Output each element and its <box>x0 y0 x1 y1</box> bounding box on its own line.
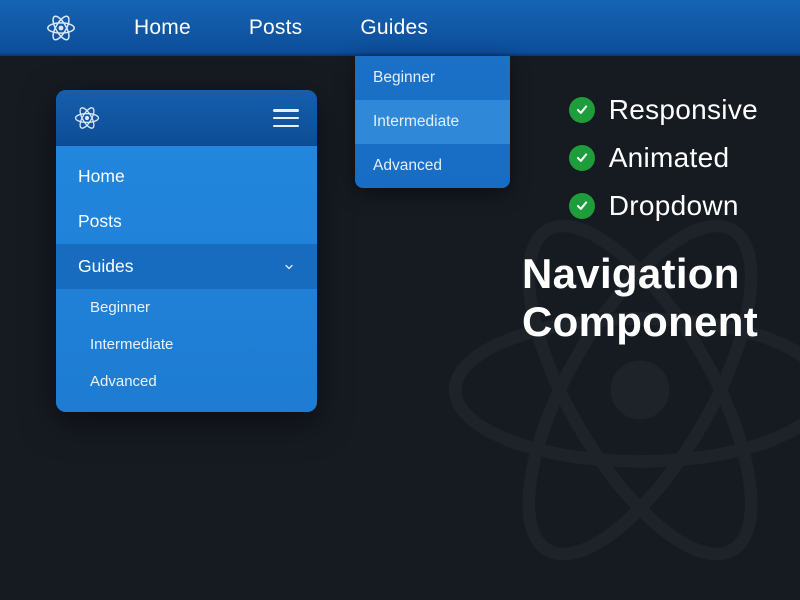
mobile-nav-item-home[interactable]: Home <box>56 154 317 199</box>
chevron-down-icon <box>283 261 295 273</box>
mobile-nav-header <box>56 90 317 146</box>
react-logo-icon <box>74 105 100 131</box>
mobile-subnav-item-advanced[interactable]: Advanced <box>56 363 317 400</box>
feature-item-responsive: Responsive <box>569 94 758 126</box>
hamburger-menu-icon[interactable] <box>273 109 299 127</box>
mobile-nav-panel: Home Posts Guides Beginner Intermediate … <box>56 90 317 412</box>
top-navbar: Home Posts Guides <box>0 0 800 56</box>
mobile-subnav-item-beginner[interactable]: Beginner <box>56 289 317 326</box>
mobile-nav-item-posts[interactable]: Posts <box>56 199 317 244</box>
dropdown-item-intermediate[interactable]: Intermediate <box>355 100 510 144</box>
mobile-nav-label: Home <box>78 166 125 187</box>
feature-item-animated: Animated <box>569 142 758 174</box>
nav-link-home[interactable]: Home <box>134 16 191 40</box>
feature-label: Dropdown <box>609 190 739 222</box>
nav-link-posts[interactable]: Posts <box>249 16 303 40</box>
title-block: Navigation Component <box>522 250 758 347</box>
check-icon <box>569 145 595 171</box>
mobile-nav-item-guides[interactable]: Guides <box>56 244 317 289</box>
feature-label: Responsive <box>609 94 758 126</box>
react-logo-bg-icon <box>430 180 800 600</box>
check-icon <box>569 97 595 123</box>
guides-dropdown: Beginner Intermediate Advanced <box>355 56 510 188</box>
nav-link-guides[interactable]: Guides <box>360 16 428 40</box>
dropdown-item-advanced[interactable]: Advanced <box>355 144 510 188</box>
dropdown-item-beginner[interactable]: Beginner <box>355 56 510 100</box>
mobile-nav-label: Guides <box>78 256 133 277</box>
feature-item-dropdown: Dropdown <box>569 190 758 222</box>
title-line-1: Navigation <box>522 250 758 298</box>
react-logo-icon <box>46 13 76 43</box>
check-icon <box>569 193 595 219</box>
mobile-nav-label: Posts <box>78 211 122 232</box>
mobile-subnav-item-intermediate[interactable]: Intermediate <box>56 326 317 363</box>
mobile-nav-body: Home Posts Guides Beginner Intermediate … <box>56 146 317 412</box>
feature-label: Animated <box>609 142 730 174</box>
feature-list: Responsive Animated Dropdown <box>569 94 758 238</box>
title-line-2: Component <box>522 298 758 346</box>
